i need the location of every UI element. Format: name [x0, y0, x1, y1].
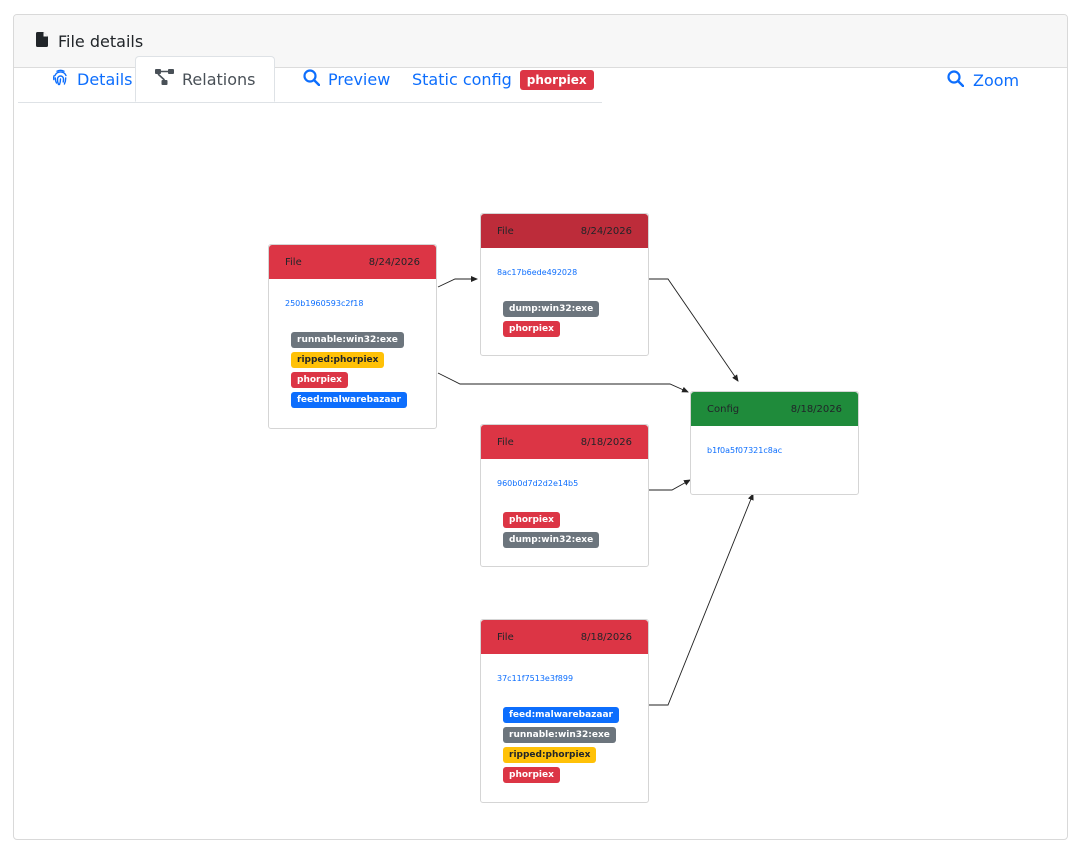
tag-badge[interactable]: phorpiex: [503, 321, 560, 337]
node-date: 8/24/2026: [580, 225, 632, 237]
tag-badge[interactable]: ripped:phorpiex: [291, 352, 385, 368]
node-header: File 8/18/2026: [481, 425, 648, 459]
zoom-button[interactable]: Zoom: [947, 70, 1019, 91]
tag-badge[interactable]: phorpiex: [291, 372, 348, 388]
static-config-badge: phorpiex: [519, 69, 594, 90]
file-icon: [36, 31, 48, 51]
search-icon: [303, 69, 328, 90]
node-tags: phorpiex dump:win32:exe: [503, 512, 648, 548]
node-tags: feed:malwarebazaar runnable:win32:exe ripp…: [503, 707, 648, 783]
tag-badge[interactable]: runnable:win32:exe: [291, 332, 404, 348]
tag-badge[interactable]: feed:malwarebazaar: [291, 392, 407, 408]
tag-badge[interactable]: runnable:win32:exe: [503, 727, 616, 743]
node-type: File: [497, 631, 514, 643]
node-type: File: [497, 225, 514, 237]
node-hash-link[interactable]: 8ac17b6ede492028: [497, 268, 648, 277]
tab-bar: Details Relations Preview Static config …: [18, 56, 602, 103]
tab-relations-label: Relations: [182, 69, 256, 89]
tag-badge[interactable]: ripped:phorpiex: [503, 747, 597, 763]
node-date: 8/18/2026: [580, 436, 632, 448]
node-header: File 8/24/2026: [481, 214, 648, 248]
node-hash-link[interactable]: 250b1960593c2f18: [285, 299, 436, 308]
graph-node[interactable]: File 8/24/2026 8ac17b6ede492028 dump:win…: [480, 213, 649, 356]
tag-badge[interactable]: dump:win32:exe: [503, 532, 600, 548]
graph-node[interactable]: File 8/18/2026 960b0d7d2d2e14b5 phorpiex…: [480, 424, 649, 567]
tag-badge[interactable]: dump:win32:exe: [503, 301, 600, 317]
tab-relations[interactable]: Relations: [135, 56, 276, 102]
page-title: File details: [58, 31, 144, 51]
tab-details-label: Details: [77, 70, 133, 89]
node-tags: dump:win32:exe phorpiex: [503, 301, 648, 337]
node-hash-link[interactable]: 37c11f7513e3f899: [497, 674, 648, 683]
tag-badge[interactable]: phorpiex: [503, 767, 560, 783]
node-type: File: [285, 256, 302, 268]
graph-node[interactable]: File 8/18/2026 37c11f7513e3f899 feed:mal…: [480, 619, 649, 803]
tag-badge[interactable]: phorpiex: [503, 512, 560, 528]
node-date: 8/18/2026: [790, 403, 842, 415]
node-date: 8/18/2026: [580, 631, 632, 643]
node-hash-link[interactable]: b1f0a5f07321c8ac: [707, 446, 858, 455]
graph-node[interactable]: File 8/24/2026 250b1960593c2f18 runnable…: [268, 244, 437, 429]
node-type: File: [497, 436, 514, 448]
graph-node[interactable]: Config 8/18/2026 b1f0a5f07321c8ac: [690, 391, 859, 495]
tab-preview[interactable]: Preview: [303, 57, 390, 102]
node-tags: runnable:win32:exe ripped:phorpiex phorpie…: [291, 332, 436, 408]
node-header: File 8/24/2026: [269, 245, 436, 279]
tab-details[interactable]: Details: [52, 57, 132, 102]
zoom-search-icon: [947, 70, 973, 91]
node-header: File 8/18/2026: [481, 620, 648, 654]
tab-static-config[interactable]: Static config phorpiex: [412, 57, 594, 102]
fingerprint-icon: [52, 69, 77, 90]
node-date: 8/24/2026: [368, 256, 420, 268]
node-type: Config: [707, 403, 740, 415]
node-hash-link[interactable]: 960b0d7d2d2e14b5: [497, 479, 648, 488]
tab-preview-label: Preview: [328, 70, 391, 89]
graph-icon: [155, 69, 182, 89]
tag-badge[interactable]: feed:malwarebazaar: [503, 707, 619, 723]
node-header: Config 8/18/2026: [691, 392, 858, 426]
tab-static-config-label: Static config: [412, 70, 512, 89]
zoom-label: Zoom: [973, 71, 1020, 90]
